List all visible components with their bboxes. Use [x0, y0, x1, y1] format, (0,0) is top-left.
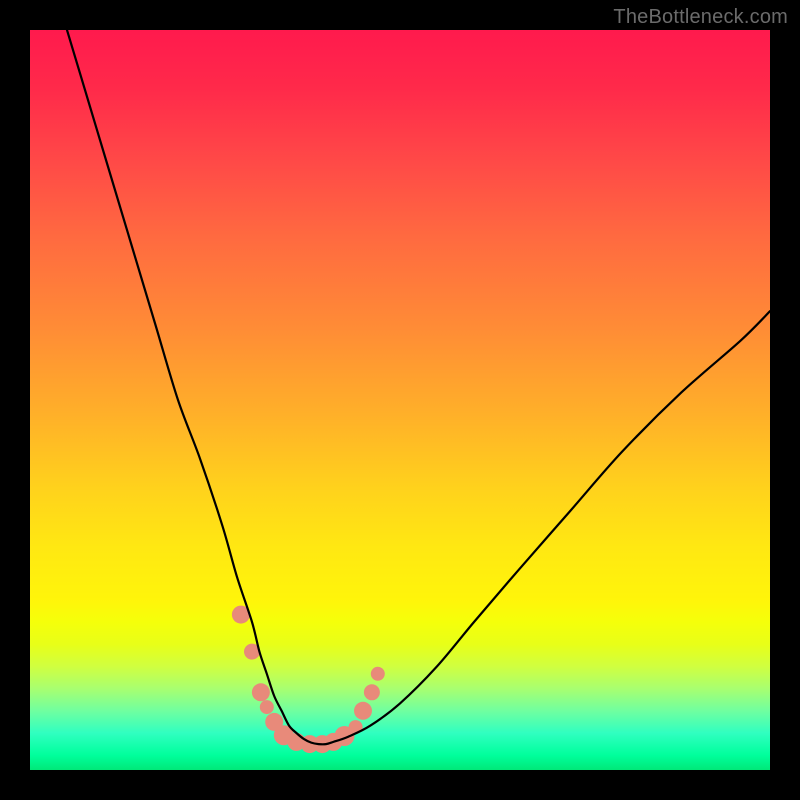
plot-area	[30, 30, 770, 770]
data-marker	[252, 683, 270, 701]
chart-svg	[30, 30, 770, 770]
data-marker	[371, 667, 385, 681]
data-marker	[364, 684, 380, 700]
data-marker	[260, 700, 274, 714]
data-marker	[354, 702, 372, 720]
bottleneck-curve	[67, 30, 770, 744]
outer-frame: TheBottleneck.com	[0, 0, 800, 800]
watermark-text: TheBottleneck.com	[613, 6, 788, 29]
